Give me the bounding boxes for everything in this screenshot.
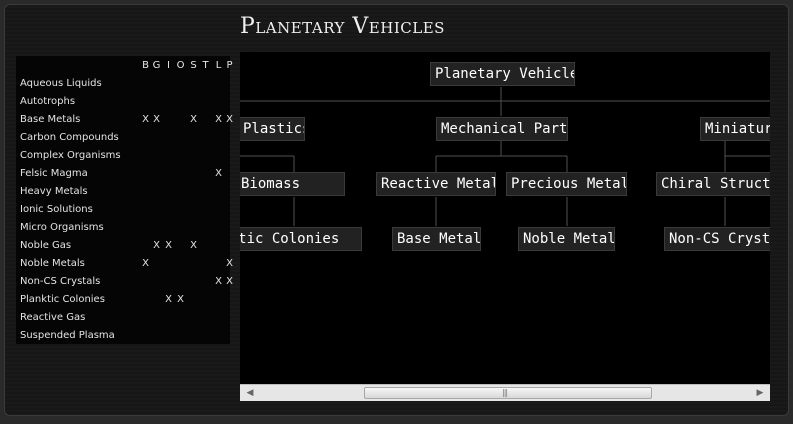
tree-node-planktic-colonies[interactable]: Planktic Colonies — [240, 227, 362, 251]
triangle-right-icon[interactable]: ▶ — [752, 385, 768, 401]
matrix-row-label: Noble Gas — [20, 240, 72, 251]
matrix-row-label: Suspended Plasma — [20, 330, 115, 341]
tree-node-noble-metals[interactable]: Noble Metals — [518, 227, 615, 251]
matrix-cell: X — [165, 240, 172, 251]
matrix-row: Heavy Metals — [16, 184, 230, 202]
matrix-cell: X — [215, 276, 222, 287]
matrix-row-label: Complex Organisms — [20, 150, 121, 161]
matrix-row-label: Carbon Compounds — [20, 132, 119, 143]
matrix-cell: X — [142, 114, 149, 125]
horizontal-scrollbar[interactable]: ◀ ||| ▶ — [240, 384, 770, 401]
matrix-column-header: P — [226, 60, 233, 71]
matrix-cell: X — [142, 258, 149, 269]
matrix-row: Reactive Gas — [16, 310, 230, 328]
tree-node-reactive-metals[interactable]: Reactive Metals — [376, 172, 496, 196]
tree-node-miniature[interactable]: Miniature — [700, 117, 770, 141]
matrix-column-header: G — [152, 60, 161, 71]
matrix-row-label: Felsic Magma — [20, 168, 88, 179]
tree-connectors — [240, 87, 770, 226]
matrix-cell: X — [226, 114, 233, 125]
matrix-row: Suspended Plasma — [16, 328, 230, 346]
matrix-cell: X — [215, 168, 222, 179]
matrix-cell: X — [190, 114, 197, 125]
grip-icon: ||| — [502, 388, 508, 397]
matrix-cell: X — [153, 114, 160, 125]
matrix-row-label: Planktic Colonies — [20, 294, 105, 305]
matrix-row-label: Autotrophs — [20, 96, 76, 107]
matrix-row: Non-CS Crystals X X — [16, 274, 233, 292]
scrollbar-thumb[interactable]: ||| — [364, 387, 652, 399]
matrix-row: Felsic Magma X — [16, 166, 230, 184]
matrix-cell: X — [215, 114, 222, 125]
matrix-row-label: Micro Organisms — [20, 222, 104, 233]
page-title: Planetary Vehicles — [240, 14, 445, 39]
matrix-row-label: Reactive Gas — [20, 312, 86, 323]
matrix-row: Noble Gas X X X — [16, 238, 230, 256]
matrix-column-header: B — [142, 60, 149, 71]
matrix-row-label: Non-CS Crystals — [20, 276, 101, 287]
resource-matrix: BGIOSTLP Aqueous Liquids Autotrophs Base M… — [16, 56, 233, 346]
matrix-cell: X — [153, 240, 160, 251]
matrix-column-header: I — [167, 60, 170, 71]
matrix-row: Autotrophs — [16, 94, 230, 112]
matrix-row: Base Metals X X X X X — [16, 112, 233, 130]
matrix-row-label: Base Metals — [20, 114, 81, 125]
matrix-row: Micro Organisms — [16, 220, 230, 238]
matrix-row-label: Aqueous Liquids — [20, 78, 102, 89]
tree-node-plastics[interactable]: Plastics — [240, 117, 305, 141]
matrix-row: Complex Organisms — [16, 148, 230, 166]
matrix-row: Ionic Solutions — [16, 202, 230, 220]
matrix-cell: X — [177, 294, 184, 305]
matrix-row: Aqueous Liquids — [16, 76, 230, 94]
tree-node-chiral-structures[interactable]: Chiral Structures — [656, 172, 770, 196]
tree-viewport[interactable]: Planetary Vehicles Plastics Mechanical P… — [240, 52, 770, 384]
matrix-row: Carbon Compounds — [16, 130, 230, 148]
triangle-left-icon[interactable]: ◀ — [242, 385, 258, 401]
matrix-column-header: T — [202, 60, 209, 71]
matrix-row-label: Noble Metals — [20, 258, 85, 269]
matrix-cell: X — [190, 240, 197, 251]
matrix-cell: X — [165, 294, 172, 305]
tree-node-base-metals[interactable]: Base Metals — [392, 227, 481, 251]
matrix-cell: X — [226, 258, 233, 269]
tree-node-biomass[interactable]: Biomass — [240, 172, 345, 196]
matrix-column-header: O — [176, 60, 185, 71]
matrix-column-header: S — [190, 60, 197, 71]
matrix-row-label: Heavy Metals — [20, 186, 88, 197]
tree-node-planetary-vehicles[interactable]: Planetary Vehicles — [430, 62, 575, 86]
matrix-cell: X — [226, 276, 233, 287]
matrix-row-label: Ionic Solutions — [20, 204, 93, 215]
tree-node-non-cs-crystals[interactable]: Non-CS Crystals — [664, 227, 770, 251]
tree-node-precious-metals[interactable]: Precious Metals — [506, 172, 627, 196]
matrix-row: Noble Metals X X — [16, 256, 233, 274]
tree-node-mechanical-parts[interactable]: Mechanical Parts — [436, 117, 568, 141]
matrix-row: Planktic Colonies X X — [16, 292, 230, 310]
matrix-column-header: L — [215, 60, 222, 71]
